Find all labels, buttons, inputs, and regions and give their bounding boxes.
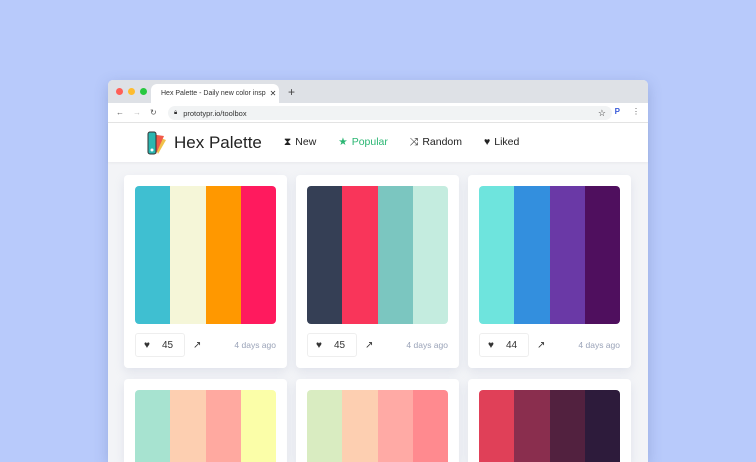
external-link-icon[interactable]: ↗ [365,340,373,351]
card-footer: ♥ 45 ↗ 4 days ago [307,333,448,357]
url-field[interactable]: 🔒︎ prototypr.io/toolbox ☆ [168,106,612,120]
color-swatch[interactable] [479,390,515,462]
color-swatch[interactable] [342,186,378,324]
color-swatch[interactable] [205,390,241,462]
color-swatch[interactable] [170,186,206,324]
like-button[interactable]: ♥ 45 [135,333,185,357]
like-button[interactable]: ♥ 45 [307,333,357,357]
color-swatches [307,390,448,462]
tab-bar: Hex Palette - Daily new color insp ✕ + [108,80,648,103]
color-swatch[interactable] [377,390,413,462]
heart-icon: ♥ [484,136,491,148]
close-tab-icon[interactable]: ✕ [270,89,277,98]
color-swatch[interactable] [514,390,550,462]
new-tab-button[interactable]: + [288,85,295,99]
card-footer: ♥ 45 ↗ 4 days ago [135,333,276,357]
palette-card[interactable]: ♥ 45 ↗ 4 days ago [296,175,459,368]
color-swatch[interactable] [240,390,276,462]
maximize-window-button[interactable] [140,88,147,95]
heart-icon: ♥ [316,339,322,351]
color-swatch[interactable] [240,186,276,324]
external-link-icon[interactable]: ↗ [193,340,201,351]
color-swatch[interactable] [307,390,343,462]
reload-icon[interactable]: ↻ [150,108,157,117]
hourglass-icon: ⧗ [283,136,292,148]
color-swatch[interactable] [307,186,343,324]
nav-popular[interactable]: ★ Popular [338,136,388,149]
color-swatches [135,390,276,462]
color-swatch[interactable] [412,390,448,462]
color-swatch[interactable] [549,390,585,462]
color-swatch[interactable] [549,186,585,324]
bookmark-star-icon[interactable]: ☆ [598,108,606,119]
timestamp: 4 days ago [578,340,620,350]
card-footer: ♥ 44 ↗ 4 days ago [479,333,620,357]
external-link-icon[interactable]: ↗ [537,340,545,351]
browser-window: Hex Palette - Daily new color insp ✕ + ←… [108,80,648,462]
shuffle-icon: ⤨ [409,136,419,148]
palette-card[interactable] [296,379,459,462]
color-swatches [307,186,448,324]
star-icon: ★ [338,136,348,148]
timestamp: 4 days ago [406,340,448,350]
color-swatch[interactable] [412,186,448,324]
color-swatch[interactable] [170,390,206,462]
forward-icon[interactable]: → [133,108,141,117]
color-swatches [479,186,620,324]
nav-random[interactable]: ⤨ Random [410,136,462,149]
url-text: prototypr.io/toolbox [183,108,247,118]
palette-card[interactable] [468,379,631,462]
heart-icon: ♥ [488,339,494,351]
palette-logo-icon [147,131,166,154]
palette-card[interactable]: ♥ 44 ↗ 4 days ago [468,175,631,368]
nav-new[interactable]: ⧗ New [284,136,316,149]
address-bar-row: ← → ↻ 🔒︎ prototypr.io/toolbox ☆ P ⋮ [108,103,648,123]
color-swatch[interactable] [514,186,550,324]
color-swatch[interactable] [377,186,413,324]
color-swatch[interactable] [205,186,241,324]
heart-icon: ♥ [144,339,150,351]
browser-tab[interactable]: Hex Palette - Daily new color insp ✕ [151,84,279,103]
nav-liked[interactable]: ♥ Liked [484,136,519,149]
color-swatch[interactable] [584,390,620,462]
extension-icon[interactable]: P [615,107,620,116]
logo-text: Hex Palette [174,132,262,152]
color-swatches [479,390,620,462]
back-icon[interactable]: ← [116,108,124,117]
palette-card[interactable]: ♥ 45 ↗ 4 days ago [124,175,287,368]
minimize-window-button[interactable] [128,88,135,95]
color-swatch[interactable] [479,186,515,324]
timestamp: 4 days ago [234,340,276,350]
lock-icon: 🔒︎ [174,109,178,116]
color-swatch[interactable] [342,390,378,462]
color-swatch[interactable] [135,186,171,324]
palette-card[interactable] [124,379,287,462]
close-window-button[interactable] [116,88,123,95]
color-swatch[interactable] [135,390,171,462]
menu-icon[interactable]: ⋮ [632,107,640,116]
site-header: Hex Palette ⧗ New ★ Popular ⤨ Random ♥ Liked [108,123,648,162]
like-button[interactable]: ♥ 44 [479,333,529,357]
tab-title: Hex Palette - Daily new color insp [161,90,266,97]
color-swatch[interactable] [584,186,620,324]
logo[interactable]: Hex Palette [146,130,262,156]
color-swatches [135,186,276,324]
